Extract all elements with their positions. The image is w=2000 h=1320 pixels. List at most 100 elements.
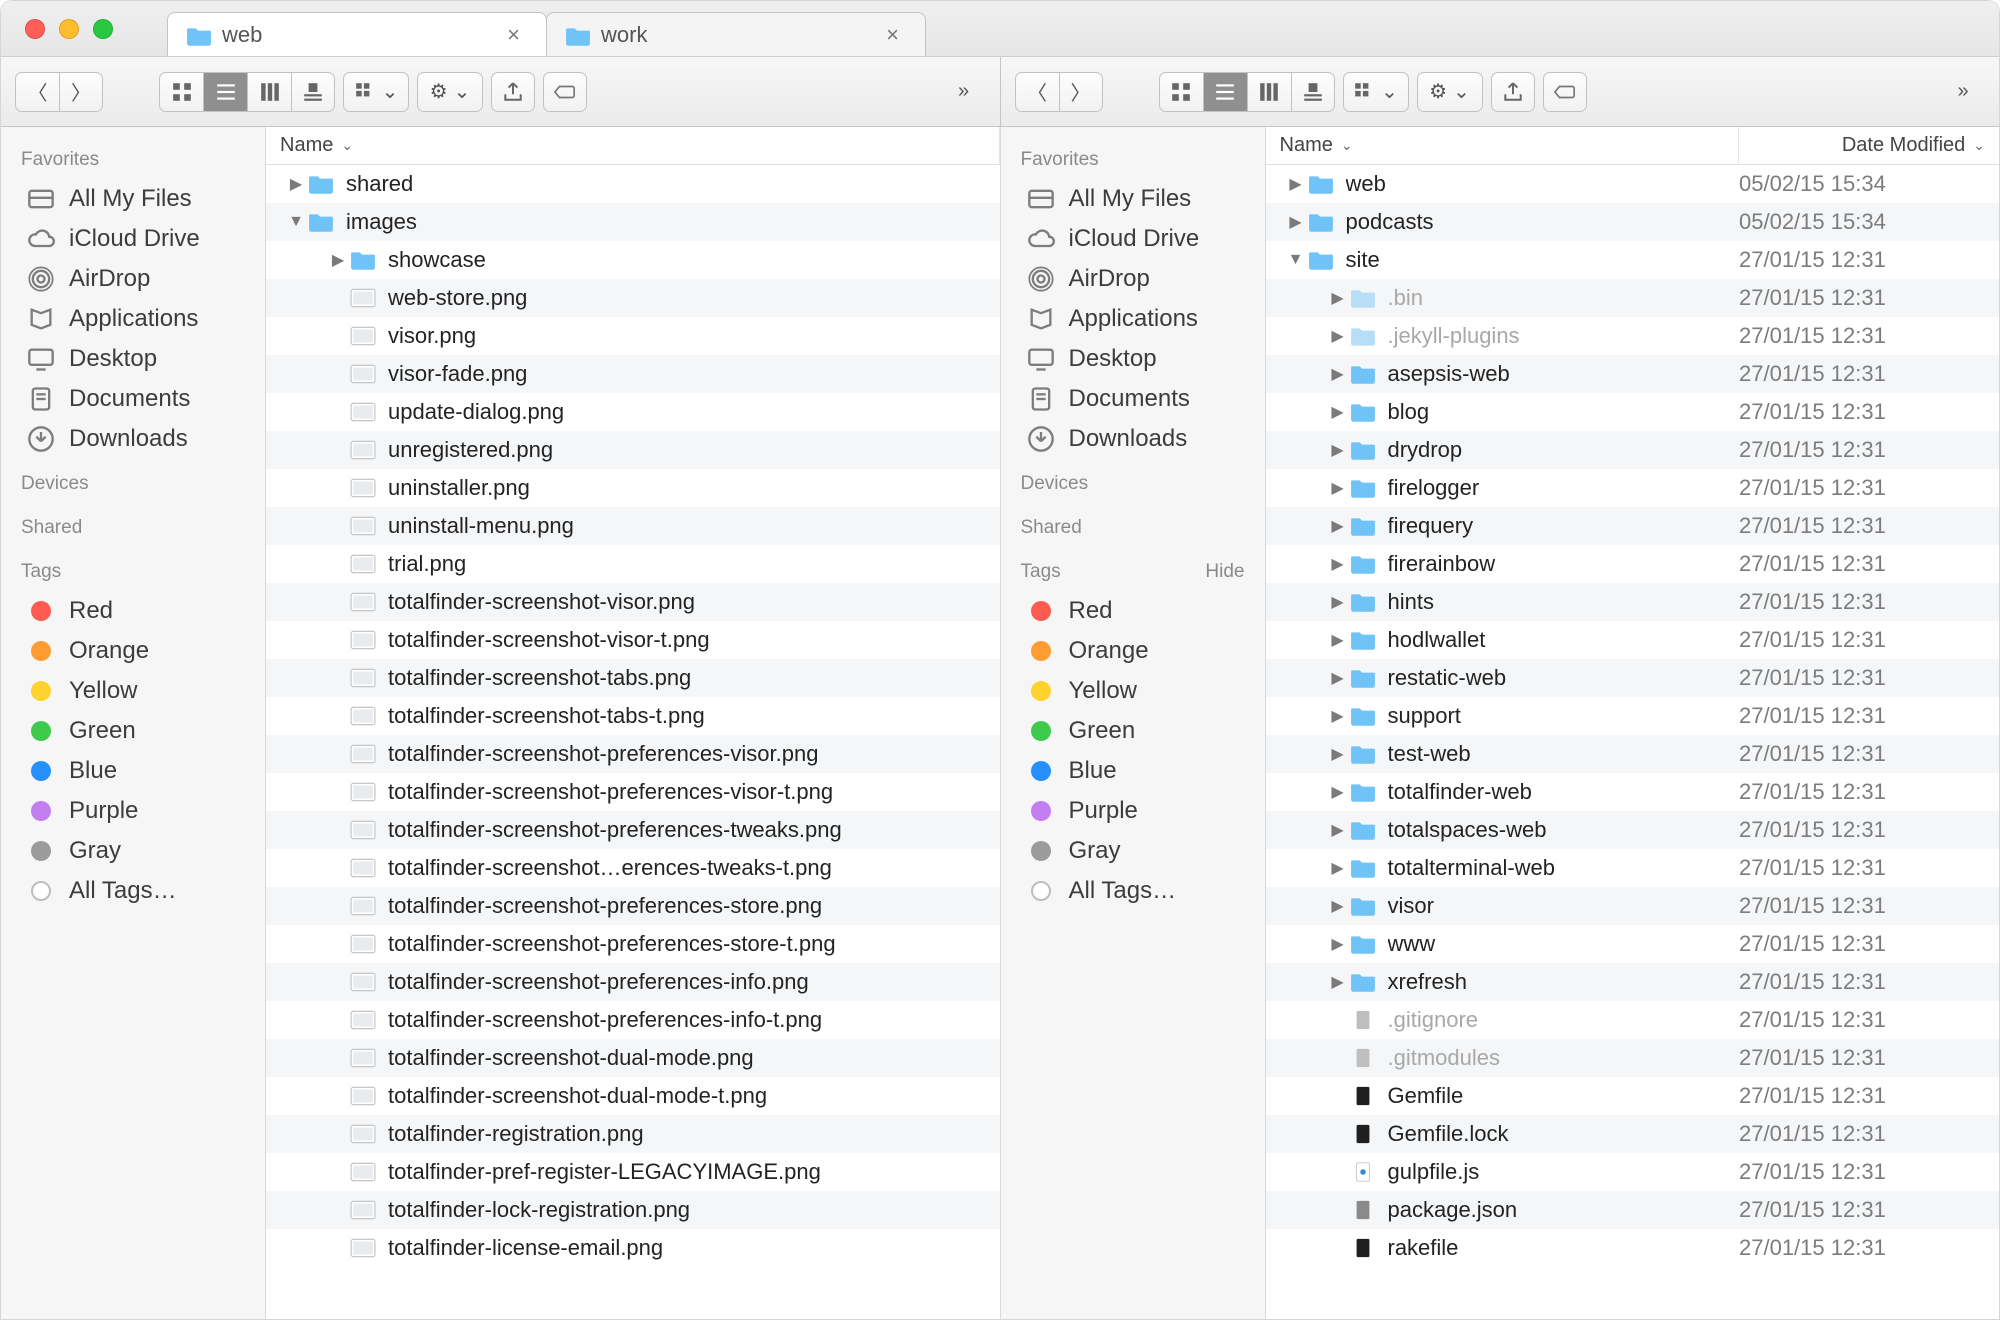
- tab-web[interactable]: web ×: [167, 12, 547, 56]
- edit-tags-button[interactable]: [543, 72, 587, 112]
- zoom-window-button[interactable]: [93, 19, 113, 39]
- list-view-button[interactable]: [1203, 72, 1247, 112]
- sidebar-tag-all tags…[interactable]: All Tags…: [1, 871, 265, 911]
- disclosure-triangle[interactable]: ▶: [1326, 288, 1350, 308]
- toolbar-overflow-button[interactable]: »: [942, 72, 986, 112]
- file-row[interactable]: totalfinder-license-email.png: [266, 1229, 1000, 1267]
- disclosure-triangle[interactable]: ▼: [1284, 251, 1308, 269]
- disclosure-triangle[interactable]: ▶: [1326, 668, 1350, 688]
- share-button[interactable]: [491, 72, 535, 112]
- column-date-modified[interactable]: Date Modified⌄: [1739, 127, 1999, 164]
- sidebar-item-downloads[interactable]: Downloads: [1001, 419, 1265, 459]
- hide-tags-button[interactable]: Hide: [1205, 561, 1244, 583]
- sidebar-item-documents[interactable]: Documents: [1001, 379, 1265, 419]
- sidebar-item-icloud drive[interactable]: iCloud Drive: [1001, 219, 1265, 259]
- close-tab-button[interactable]: ×: [882, 22, 903, 48]
- file-row[interactable]: Gemfile.lock 27/01/15 12:31: [1266, 1115, 2000, 1153]
- file-row[interactable]: ▶ asepsis-web 27/01/15 12:31: [1266, 355, 2000, 393]
- sidebar-item-documents[interactable]: Documents: [1, 379, 265, 419]
- file-row[interactable]: ▶ totalspaces-web 27/01/15 12:31: [1266, 811, 2000, 849]
- file-row[interactable]: totalfinder-screenshot-preferences-visor…: [266, 773, 1000, 811]
- file-row[interactable]: totalfinder-screenshot-tabs.png: [266, 659, 1000, 697]
- file-list[interactable]: ▶ web 05/02/15 15:34 ▶ podcasts 05/02/15…: [1266, 165, 2000, 1319]
- file-row[interactable]: trial.png: [266, 545, 1000, 583]
- file-row[interactable]: ▼ site 27/01/15 12:31: [1266, 241, 2000, 279]
- disclosure-triangle[interactable]: ▶: [1284, 212, 1308, 232]
- disclosure-triangle[interactable]: ▶: [1326, 744, 1350, 764]
- file-row[interactable]: ▶ restatic-web 27/01/15 12:31: [1266, 659, 2000, 697]
- file-row[interactable]: totalfinder-screenshot…erences-tweaks-t.…: [266, 849, 1000, 887]
- file-row[interactable]: ▶ test-web 27/01/15 12:31: [1266, 735, 2000, 773]
- disclosure-triangle[interactable]: ▶: [1326, 478, 1350, 498]
- action-button[interactable]: ⚙︎⌄: [417, 72, 483, 112]
- disclosure-triangle[interactable]: ▶: [1326, 820, 1350, 840]
- file-row[interactable]: uninstall-menu.png: [266, 507, 1000, 545]
- disclosure-triangle[interactable]: ▶: [284, 174, 308, 194]
- disclosure-triangle[interactable]: ▶: [1326, 934, 1350, 954]
- file-row[interactable]: totalfinder-screenshot-preferences-info-…: [266, 1001, 1000, 1039]
- file-row[interactable]: ▶ .jekyll-plugins 27/01/15 12:31: [1266, 317, 2000, 355]
- sidebar-tag-yellow[interactable]: Yellow: [1001, 671, 1265, 711]
- file-row[interactable]: ▶ totalterminal-web 27/01/15 12:31: [1266, 849, 2000, 887]
- file-row[interactable]: ▶ blog 27/01/15 12:31: [1266, 393, 2000, 431]
- file-row[interactable]: ▶ firerainbow 27/01/15 12:31: [1266, 545, 2000, 583]
- share-button[interactable]: [1491, 72, 1535, 112]
- sidebar-tag-gray[interactable]: Gray: [1001, 831, 1265, 871]
- file-row[interactable]: totalfinder-lock-registration.png: [266, 1191, 1000, 1229]
- sidebar-tag-orange[interactable]: Orange: [1001, 631, 1265, 671]
- sidebar-tag-green[interactable]: Green: [1001, 711, 1265, 751]
- minimize-window-button[interactable]: [59, 19, 79, 39]
- file-row[interactable]: package.json 27/01/15 12:31: [1266, 1191, 2000, 1229]
- file-row[interactable]: totalfinder-screenshot-visor-t.png: [266, 621, 1000, 659]
- close-window-button[interactable]: [25, 19, 45, 39]
- disclosure-triangle[interactable]: ▶: [1326, 896, 1350, 916]
- sidebar-tag-orange[interactable]: Orange: [1, 631, 265, 671]
- file-row[interactable]: .gitmodules 27/01/15 12:31: [1266, 1039, 2000, 1077]
- file-row[interactable]: rakefile 27/01/15 12:31: [1266, 1229, 2000, 1267]
- file-row[interactable]: totalfinder-screenshot-preferences-info.…: [266, 963, 1000, 1001]
- sidebar-tag-purple[interactable]: Purple: [1, 791, 265, 831]
- disclosure-triangle[interactable]: ▶: [1326, 972, 1350, 992]
- file-row[interactable]: ▶ firelogger 27/01/15 12:31: [1266, 469, 2000, 507]
- file-row[interactable]: .gitignore 27/01/15 12:31: [1266, 1001, 2000, 1039]
- file-row[interactable]: totalfinder-screenshot-preferences-tweak…: [266, 811, 1000, 849]
- tab-work[interactable]: work ×: [546, 12, 926, 56]
- file-row[interactable]: totalfinder-screenshot-preferences-store…: [266, 887, 1000, 925]
- disclosure-triangle[interactable]: ▶: [1326, 402, 1350, 422]
- forward-button[interactable]: 〉: [1059, 72, 1103, 112]
- coverflow-view-button[interactable]: [291, 72, 335, 112]
- sidebar-tag-yellow[interactable]: Yellow: [1, 671, 265, 711]
- disclosure-triangle[interactable]: ▶: [1326, 858, 1350, 878]
- sidebar-item-icloud drive[interactable]: iCloud Drive: [1, 219, 265, 259]
- file-row[interactable]: ▶ hints 27/01/15 12:31: [1266, 583, 2000, 621]
- file-list[interactable]: ▶ shared ▼ images ▶ showcase web-store.p…: [266, 165, 1000, 1319]
- file-row[interactable]: ▶ firequery 27/01/15 12:31: [1266, 507, 2000, 545]
- file-row[interactable]: ▶ shared: [266, 165, 1000, 203]
- file-row[interactable]: uninstaller.png: [266, 469, 1000, 507]
- sidebar-tag-gray[interactable]: Gray: [1, 831, 265, 871]
- disclosure-triangle[interactable]: ▶: [1326, 326, 1350, 346]
- file-row[interactable]: totalfinder-registration.png: [266, 1115, 1000, 1153]
- file-row[interactable]: ▶ totalfinder-web 27/01/15 12:31: [1266, 773, 2000, 811]
- file-row[interactable]: ▶ support 27/01/15 12:31: [1266, 697, 2000, 735]
- sidebar-item-all my files[interactable]: All My Files: [1, 179, 265, 219]
- action-button[interactable]: ⚙︎⌄: [1417, 72, 1483, 112]
- sidebar-tag-blue[interactable]: Blue: [1001, 751, 1265, 791]
- file-row[interactable]: ▶ visor 27/01/15 12:31: [1266, 887, 2000, 925]
- file-row[interactable]: totalfinder-screenshot-visor.png: [266, 583, 1000, 621]
- file-row[interactable]: totalfinder-screenshot-tabs-t.png: [266, 697, 1000, 735]
- sidebar-item-desktop[interactable]: Desktop: [1001, 339, 1265, 379]
- sidebar-tag-all tags…[interactable]: All Tags…: [1001, 871, 1265, 911]
- toolbar-overflow-button[interactable]: »: [1941, 72, 1985, 112]
- file-row[interactable]: ▶ showcase: [266, 241, 1000, 279]
- file-row[interactable]: ▼ images: [266, 203, 1000, 241]
- sidebar-tag-red[interactable]: Red: [1001, 591, 1265, 631]
- sidebar-item-airdrop[interactable]: AirDrop: [1, 259, 265, 299]
- file-row[interactable]: ▶ hodlwallet 27/01/15 12:31: [1266, 621, 2000, 659]
- list-view-button[interactable]: [203, 72, 247, 112]
- arrange-button[interactable]: ⌄: [343, 72, 409, 112]
- file-row[interactable]: ▶ web 05/02/15 15:34: [1266, 165, 2000, 203]
- edit-tags-button[interactable]: [1543, 72, 1587, 112]
- file-row[interactable]: visor.png: [266, 317, 1000, 355]
- file-row[interactable]: totalfinder-screenshot-preferences-store…: [266, 925, 1000, 963]
